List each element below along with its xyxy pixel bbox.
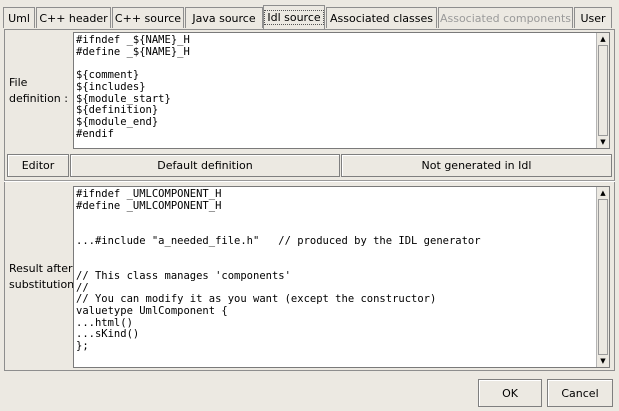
result-scrollbar[interactable]: ▲ ▼: [596, 187, 609, 367]
file-definition-scrollbar[interactable]: ▲ ▼: [596, 33, 609, 148]
tab-associated-components: Associated components: [438, 7, 573, 28]
result-label: Result after substitution :: [9, 262, 82, 291]
default-definition-button[interactable]: Default definition: [70, 154, 340, 177]
scroll-thumb[interactable]: [598, 45, 608, 136]
scroll-up-icon[interactable]: ▲: [597, 33, 609, 45]
scroll-down-icon[interactable]: ▼: [597, 136, 609, 148]
file-definition-editor[interactable]: #ifndef _${NAME}_H #define _${NAME}_H ${…: [73, 32, 610, 149]
tab-idl-source[interactable]: Idl source: [263, 5, 325, 29]
ok-button[interactable]: OK: [478, 379, 542, 407]
tab-user[interactable]: User: [574, 7, 612, 28]
tab-cpp-source[interactable]: C++ source: [112, 7, 184, 28]
not-generated-in-idl-button[interactable]: Not generated in Idl: [341, 154, 612, 177]
tab-java-source[interactable]: Java source: [185, 7, 263, 28]
tab-bar: Uml C++ header C++ source Java source Id…: [3, 5, 615, 29]
cancel-button[interactable]: Cancel: [547, 379, 613, 407]
scroll-thumb[interactable]: [598, 199, 608, 355]
tab-associated-classes[interactable]: Associated classes: [326, 7, 437, 28]
separator: [4, 180, 615, 182]
scroll-down-icon[interactable]: ▼: [597, 355, 609, 367]
editor-button[interactable]: Editor: [7, 154, 69, 177]
file-definition-text[interactable]: #ifndef _${NAME}_H #define _${NAME}_H ${…: [76, 34, 595, 140]
result-editor[interactable]: #ifndef _UMLCOMPONENT_H #define _UMLCOMP…: [73, 186, 610, 368]
file-definition-label: File definition :: [9, 76, 68, 105]
scroll-up-icon[interactable]: ▲: [597, 187, 609, 199]
tab-uml[interactable]: Uml: [3, 7, 35, 28]
result-text[interactable]: #ifndef _UMLCOMPONENT_H #define _UMLCOMP…: [76, 188, 595, 353]
tab-cpp-header[interactable]: C++ header: [36, 7, 111, 28]
